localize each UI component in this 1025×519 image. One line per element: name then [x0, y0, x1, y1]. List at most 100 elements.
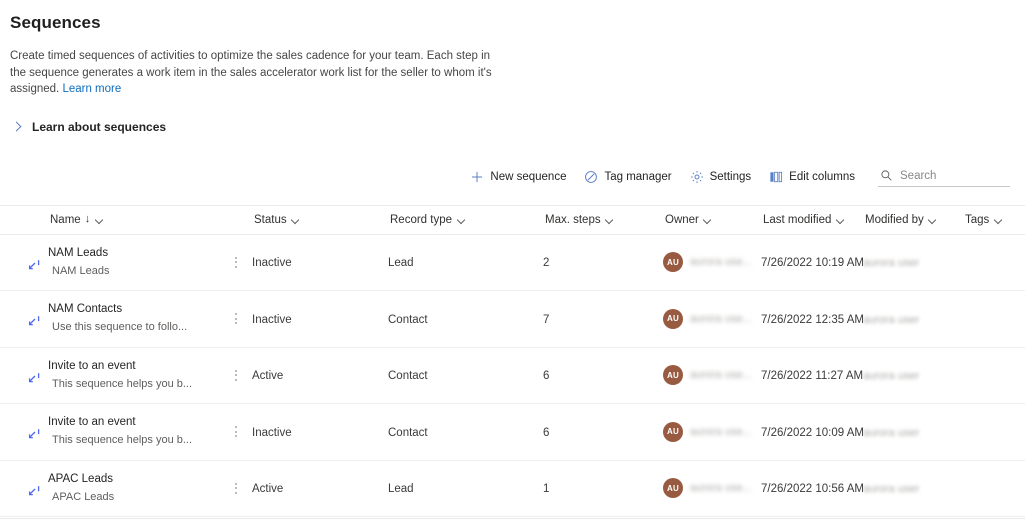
owner-name: aurora use...	[690, 256, 752, 268]
record-type-value: Lead	[388, 257, 414, 269]
cell-row-menu[interactable]	[220, 254, 252, 270]
cell-last-modified: 7/26/2022 11:27 AM	[761, 366, 863, 384]
cell-owner: AUaurora use...	[663, 365, 761, 385]
cell-modified-by: aurora user	[863, 479, 963, 497]
more-options-icon[interactable]	[229, 424, 243, 440]
column-header-tags[interactable]: Tags	[963, 214, 1010, 226]
edit-columns-button[interactable]: Edit columns	[760, 165, 864, 189]
cell-owner: AUaurora use...	[663, 309, 761, 329]
sequence-name: Invite to an event	[48, 360, 220, 373]
cell-owner: AUaurora use...	[663, 478, 761, 498]
max-steps-value: 2	[543, 257, 549, 269]
table-row[interactable]: Invite to an eventThis sequence helps yo…	[0, 348, 1025, 405]
last-modified-value: 7/26/2022 10:19 AM	[761, 257, 864, 269]
plus-icon	[470, 170, 484, 184]
sequence-name: APAC Leads	[48, 473, 220, 486]
avatar: AU	[663, 478, 683, 498]
learn-more-link[interactable]: Learn more	[62, 83, 121, 95]
sequence-icon	[28, 485, 44, 501]
cell-last-modified: 7/26/2022 10:19 AM	[761, 253, 863, 271]
cell-last-modified: 7/26/2022 10:09 AM	[761, 423, 863, 441]
chevron-down-icon	[704, 216, 712, 224]
column-header-record-type[interactable]: Record type	[388, 214, 543, 226]
column-header-last-modified[interactable]: Last modified	[761, 214, 863, 226]
record-type-value: Contact	[388, 314, 428, 326]
column-header-tags-label: Tags	[965, 214, 989, 226]
more-options-icon[interactable]	[229, 311, 243, 327]
cell-max-steps: 6	[543, 366, 663, 384]
cell-status: Inactive	[252, 310, 388, 328]
gear-icon	[690, 170, 704, 184]
chevron-down-icon	[836, 216, 844, 224]
cell-row-menu[interactable]	[220, 480, 252, 496]
status-badge: Active	[252, 483, 283, 495]
settings-button[interactable]: Settings	[681, 165, 761, 189]
cell-name[interactable]: NAM ContactsUse this sequence to follo..…	[0, 303, 220, 334]
cell-row-menu[interactable]	[220, 367, 252, 383]
new-sequence-button[interactable]: New sequence	[461, 165, 575, 189]
more-options-icon[interactable]	[229, 480, 243, 496]
column-header-max-steps-label: Max. steps	[545, 214, 601, 226]
search-box[interactable]	[878, 166, 1010, 187]
modified-by-value: aurora user	[863, 370, 919, 382]
cell-name[interactable]: Invite to an eventThis sequence helps yo…	[0, 360, 220, 391]
learn-about-sequences-toggle[interactable]: Learn about sequences	[10, 120, 166, 134]
cell-record-type: Contact	[388, 423, 543, 441]
cell-max-steps: 1	[543, 479, 663, 497]
edit-columns-icon	[769, 170, 783, 184]
cell-record-type: Lead	[388, 253, 543, 271]
owner-name: aurora use...	[690, 313, 752, 325]
max-steps-value: 7	[543, 314, 549, 326]
status-badge: Inactive	[252, 427, 292, 439]
cell-status: Inactive	[252, 253, 388, 271]
more-options-icon[interactable]	[229, 254, 243, 270]
max-steps-value: 1	[543, 483, 549, 495]
sequence-name: NAM Contacts	[48, 303, 220, 316]
column-header-max-steps[interactable]: Max. steps	[543, 214, 663, 226]
sequences-grid: Name ↓ Status Record type Max. steps	[0, 205, 1025, 519]
cell-modified-by: aurora user	[863, 253, 963, 271]
tag-manager-button[interactable]: Tag manager	[575, 165, 680, 189]
table-row[interactable]: Invite to an eventThis sequence helps yo…	[0, 404, 1025, 461]
table-row[interactable]: APAC LeadsAPAC LeadsActiveLead1AUaurora …	[0, 461, 1025, 518]
cell-row-menu[interactable]	[220, 311, 252, 327]
column-header-status-label: Status	[254, 214, 287, 226]
new-sequence-label: New sequence	[490, 171, 566, 183]
cell-name[interactable]: APAC Leads APAC Leads	[0, 473, 220, 504]
sequence-icon	[28, 315, 44, 331]
grid-header-row: Name ↓ Status Record type Max. steps	[0, 206, 1025, 235]
settings-label: Settings	[710, 171, 752, 183]
cell-name[interactable]: NAM LeadsNAM Leads	[0, 247, 220, 278]
status-badge: Active	[252, 370, 283, 382]
column-header-status[interactable]: Status	[252, 214, 388, 226]
cell-modified-by: aurora user	[863, 310, 963, 328]
sequence-icon	[28, 428, 44, 444]
avatar: AU	[663, 422, 683, 442]
more-options-icon[interactable]	[229, 367, 243, 383]
modified-by-value: aurora user	[863, 314, 919, 326]
table-row[interactable]: NAM LeadsNAM Leads InactiveLead 2 AU aurora …	[0, 235, 1025, 292]
cell-modified-by: aurora user	[863, 366, 963, 384]
chevron-down-icon	[994, 216, 1002, 224]
chevron-down-icon	[292, 216, 300, 224]
cell-last-modified: 7/26/2022 10:56 AM	[761, 479, 863, 497]
search-input[interactable]	[900, 170, 1008, 182]
owner-name: aurora use...	[690, 426, 752, 438]
table-row[interactable]: NAM ContactsUse this sequence to follo..…	[0, 291, 1025, 348]
column-header-owner[interactable]: Owner	[663, 214, 712, 226]
learn-about-sequences-label: Learn about sequences	[32, 120, 166, 134]
cell-status: Inactive	[252, 423, 388, 441]
cell-name[interactable]: Invite to an eventThis sequence helps yo…	[0, 416, 220, 447]
owner-name: aurora use...	[690, 369, 752, 381]
chevron-right-icon	[10, 120, 24, 134]
last-modified-value: 7/26/2022 10:56 AM	[761, 483, 864, 495]
cell-row-menu[interactable]	[220, 424, 252, 440]
sequence-subtitle: APAC Leads	[48, 491, 220, 504]
tag-icon	[584, 170, 598, 184]
record-type-value: Lead	[388, 483, 414, 495]
column-header-name[interactable]: Name ↓	[48, 214, 220, 226]
edit-columns-label: Edit columns	[789, 171, 855, 183]
column-header-modified-by[interactable]: Modified by	[863, 214, 963, 226]
modified-by-value: aurora user	[863, 257, 919, 269]
avatar: AU	[663, 252, 683, 272]
